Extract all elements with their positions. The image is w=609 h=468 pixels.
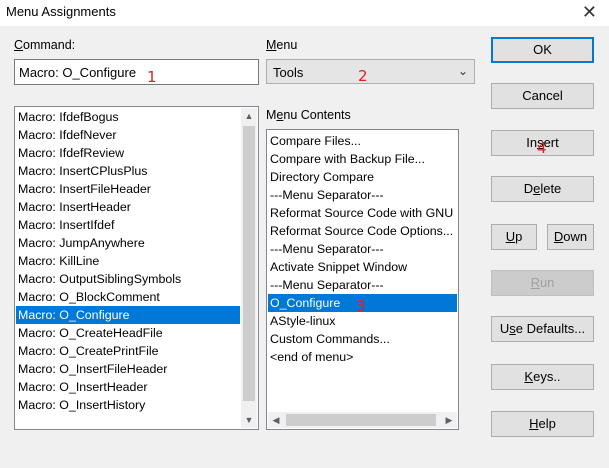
menu-contents-horizontal-scrollbar[interactable]: ◀ ▶: [268, 412, 457, 428]
horizontal-scrollbar-thumb[interactable]: [286, 414, 436, 426]
command-list-item[interactable]: Macro: InsertCPlusPlus: [16, 162, 240, 180]
annotation-marker-2: 2: [358, 67, 368, 85]
menu-contents-item[interactable]: Compare with Backup File...: [268, 150, 457, 168]
command-list-item[interactable]: Macro: KillLine: [16, 252, 240, 270]
command-list-item[interactable]: Macro: IfdefNever: [16, 126, 240, 144]
command-label: Command:: [14, 38, 76, 52]
command-list-item[interactable]: Macro: O_CreateHeadFile: [16, 324, 240, 342]
command-list-item[interactable]: Macro: O_CreatePrintFile: [16, 342, 240, 360]
annotation-marker-1: 1: [147, 68, 157, 86]
scrollbar-thumb[interactable]: [243, 126, 255, 401]
command-list-item[interactable]: Macro: O_Configure: [16, 306, 240, 324]
chevron-down-icon[interactable]: ⌄: [458, 64, 468, 78]
command-list-item[interactable]: Macro: O_InsertFileHeader: [16, 360, 240, 378]
command-list-item[interactable]: Macro: InsertFileHeader: [16, 180, 240, 198]
menu-label: Menu: [266, 38, 298, 52]
menu-contents-item[interactable]: ---Menu Separator---: [268, 276, 457, 294]
menu-contents-listbox[interactable]: Compare Files... Compare with Backup File…: [266, 129, 459, 430]
up-button[interactable]: Up: [491, 224, 537, 250]
command-list-item[interactable]: Macro: O_InsertHistory: [16, 396, 240, 414]
menu-contents-item[interactable]: <end of menu>: [268, 348, 457, 366]
menu-contents-item[interactable]: Reformat Source Code with GNU: [268, 204, 457, 222]
scroll-left-arrow-icon[interactable]: ◀: [268, 412, 284, 428]
command-list-item[interactable]: Macro: InsertHeader: [16, 198, 240, 216]
menu-contents-item[interactable]: ---Menu Separator---: [268, 240, 457, 258]
run-button[interactable]: Run: [491, 270, 594, 296]
scroll-right-arrow-icon[interactable]: ▶: [441, 412, 457, 428]
menu-contents-item[interactable]: Directory Compare: [268, 168, 457, 186]
cancel-button[interactable]: Cancel: [491, 83, 594, 109]
command-list-item[interactable]: Macro: IfdefBogus: [16, 108, 240, 126]
annotation-marker-4: 4: [537, 139, 547, 157]
commands-vertical-scrollbar[interactable]: ▲ ▼: [241, 108, 257, 428]
help-button[interactable]: Help: [491, 411, 594, 437]
command-input-value: Macro: O_Configure: [19, 65, 137, 80]
down-button[interactable]: Down: [547, 224, 594, 250]
menu-contents-item[interactable]: ---Menu Separator---: [268, 186, 457, 204]
command-list-item[interactable]: Macro: O_BlockComment: [16, 288, 240, 306]
menu-contents-item[interactable]: Activate Snippet Window: [268, 258, 457, 276]
keys-button[interactable]: Keys..: [491, 364, 594, 390]
menu-select[interactable]: Tools ⌄: [266, 59, 475, 84]
command-list-item[interactable]: Macro: OutputSiblingSymbols: [16, 270, 240, 288]
scroll-down-arrow-icon[interactable]: ▼: [241, 412, 257, 428]
menu-contents-item[interactable]: Compare Files...: [268, 132, 457, 150]
delete-button[interactable]: Delete: [491, 176, 594, 202]
command-list-item[interactable]: Macro: InsertIfdef: [16, 216, 240, 234]
command-list-item[interactable]: Macro: JumpAnywhere: [16, 234, 240, 252]
window-title: Menu Assignments: [6, 4, 116, 19]
commands-listbox[interactable]: Macro: IfdefBogus Macro: IfdefNever Macro:…: [14, 106, 259, 430]
command-list-item[interactable]: Macro: IfdefReview: [16, 144, 240, 162]
use-defaults-button[interactable]: Use Defaults...: [491, 316, 594, 342]
menu-select-value: Tools: [273, 65, 304, 80]
command-list-item[interactable]: Macro: O_InsertHeader: [16, 378, 240, 396]
menu-contents-item[interactable]: Reformat Source Code Options...: [268, 222, 457, 240]
scroll-up-arrow-icon[interactable]: ▲: [241, 108, 257, 124]
menu-contents-item[interactable]: Custom Commands...: [268, 330, 457, 348]
menu-contents-label: Menu Contents: [266, 108, 351, 122]
ok-button[interactable]: OK: [491, 37, 594, 63]
command-input[interactable]: Macro: O_Configure: [14, 59, 259, 85]
annotation-marker-3: 3: [356, 297, 366, 315]
close-icon[interactable]: ✕: [582, 1, 597, 23]
